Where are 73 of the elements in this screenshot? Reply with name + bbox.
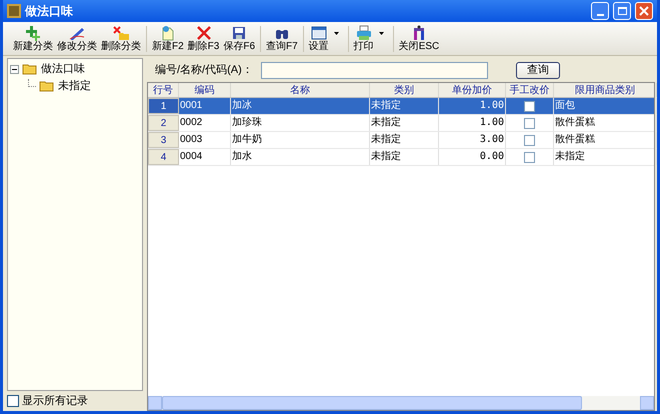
dropdown-button[interactable]: 打印 [352,24,390,52]
table-cell: 1.00 [439,115,506,131]
column-header[interactable]: 类别 [370,83,439,97]
column-header[interactable]: 行号 [148,83,179,97]
table-cell: 0004 [179,149,231,165]
close-icon [639,6,649,16]
toolbar-button[interactable]: 删除分类 [99,24,143,52]
toolbar-button[interactable]: 修改分类 [55,24,99,52]
table-cell: 未指定 [370,132,439,148]
table-cell: 未指定 [554,149,657,165]
table-cell: 未指定 [370,149,439,165]
window-icon [310,24,328,40]
minimize-button[interactable] [591,2,609,20]
printer-icon [354,24,373,40]
table-cell: 加冰 [231,98,370,114]
toolbar-button[interactable]: 删除F3 [186,24,222,52]
row-number: 4 [148,149,179,165]
toolbar-button[interactable]: 新建分类 [11,24,55,52]
table-cell: 0001 [179,98,231,114]
table-row[interactable]: 3 0003 加牛奶 未指定 3.00 散件蛋糕 [148,132,654,149]
table-cell: 1.00 [439,98,506,114]
folder-icon [39,80,55,92]
table-cell: 加水 [231,149,370,165]
checkbox[interactable] [524,100,535,112]
table-cell: 散件蛋糕 [554,132,657,148]
row-number: 3 [148,132,179,148]
folder-icon [22,63,38,76]
dropdown-arrow-icon [378,30,386,36]
maximize-button[interactable] [613,2,631,20]
column-header[interactable]: 单份加价 [439,83,506,97]
search-field[interactable] [260,62,488,78]
table-cell: 3.00 [439,132,506,148]
table-cell: 面包 [554,98,657,114]
checkbox[interactable] [524,134,535,146]
window-title: 做法口味 [25,3,74,20]
checkbox[interactable] [524,152,535,162]
dropdown-button[interactable]: 设置 [306,24,345,52]
checkbox[interactable] [524,118,535,128]
table-cell: 加珍珠 [231,115,370,131]
toolbar-button[interactable]: 查询F7 [264,24,300,52]
table-cell: 0002 [179,115,231,131]
toolbar-button[interactable]: 关闭ESC [396,24,442,52]
toolbar-button[interactable]: 新建F2 [150,24,186,52]
plus-icon [24,24,42,40]
column-header[interactable]: 手工改价 [506,83,554,97]
folder-delete-icon [112,24,130,40]
checkbox[interactable] [7,395,19,407]
search-button[interactable]: 查询 [516,62,560,78]
checkbox-label: 显示所有记录 [22,394,88,409]
column-header[interactable]: 名称 [231,83,370,97]
tree-item[interactable]: 未指定 [58,78,91,94]
table-row[interactable]: 4 0004 加水 未指定 0.00 未指定 [148,149,654,166]
close-button[interactable] [635,2,653,20]
horizontal-scrollbar[interactable] [148,396,654,410]
table-row[interactable]: 2 0002 加珍珠 未指定 1.00 散件蛋糕 [148,115,654,132]
table-cell: 0.00 [439,149,506,165]
column-header[interactable]: 编码 [179,83,231,97]
table-cell: 0003 [179,132,231,148]
table-row[interactable]: 1 0001 加冰 未指定 1.00 面包 [148,98,654,115]
table-cell: 散件蛋糕 [554,115,657,131]
tree-item[interactable]: 做法口味 [41,61,85,78]
dropdown-arrow-icon [332,30,341,36]
table-cell: 加牛奶 [231,132,370,148]
column-header[interactable]: 限用商品类别 [554,83,657,97]
toolbar-button[interactable]: 保存F6 [221,24,258,52]
search-label: 编号/名称/代码(A)： [155,62,253,78]
delete-icon [194,24,212,40]
row-number: 2 [148,115,179,131]
row-number: 1 [148,98,179,114]
collapse-icon[interactable] [10,64,19,74]
app-icon [7,4,21,18]
table-cell: 未指定 [370,98,439,114]
table-cell: 未指定 [370,115,439,131]
